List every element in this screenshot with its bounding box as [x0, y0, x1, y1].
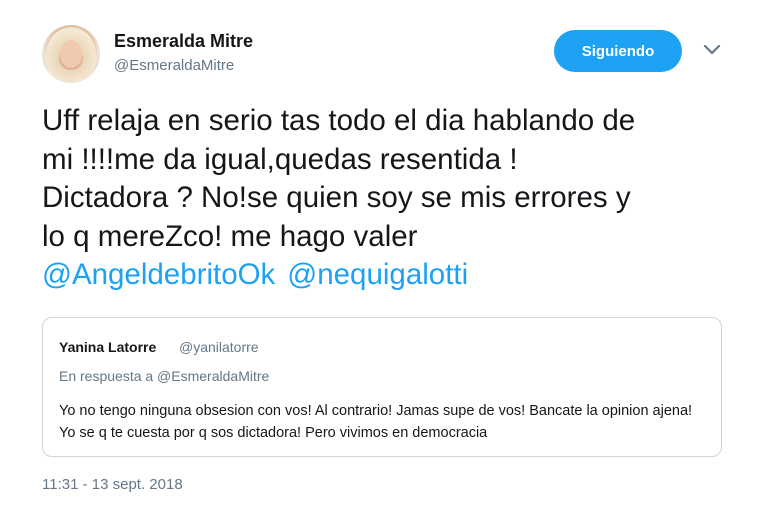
author-handle[interactable]: @EsmeraldaMitre [114, 57, 234, 74]
tweet-mentions: @AngeldebritoOk @nequigalotti [42, 256, 480, 294]
quoted-text: Yo no tengo ninguna obsesion con vos! Al… [59, 403, 693, 441]
following-button[interactable]: Siguiendo [554, 30, 682, 72]
avatar-face [60, 40, 82, 68]
tweet-timestamp[interactable]: 11:31 - 13 sept. 2018 [42, 476, 183, 493]
quoted-display-name: Yanina Latorre [59, 339, 157, 355]
mention-link[interactable]: @nequigalotti [287, 258, 468, 291]
quoted-reply-context: En respuesta a @EsmeraldaMitre [59, 368, 270, 384]
quoted-handle: @yanilatorre [179, 339, 259, 355]
quoted-tweet[interactable]: Yanina Latorre @yanilatorre En respuesta… [42, 317, 722, 457]
tweet-text: Uff relaja en serio tas todo el dia habl… [42, 104, 636, 253]
author-avatar[interactable] [42, 25, 100, 83]
mention-link[interactable]: @AngeldebritoOk [42, 258, 275, 291]
author-display-name[interactable]: Esmeralda Mitre [114, 31, 253, 52]
chevron-down-icon[interactable] [703, 43, 721, 57]
